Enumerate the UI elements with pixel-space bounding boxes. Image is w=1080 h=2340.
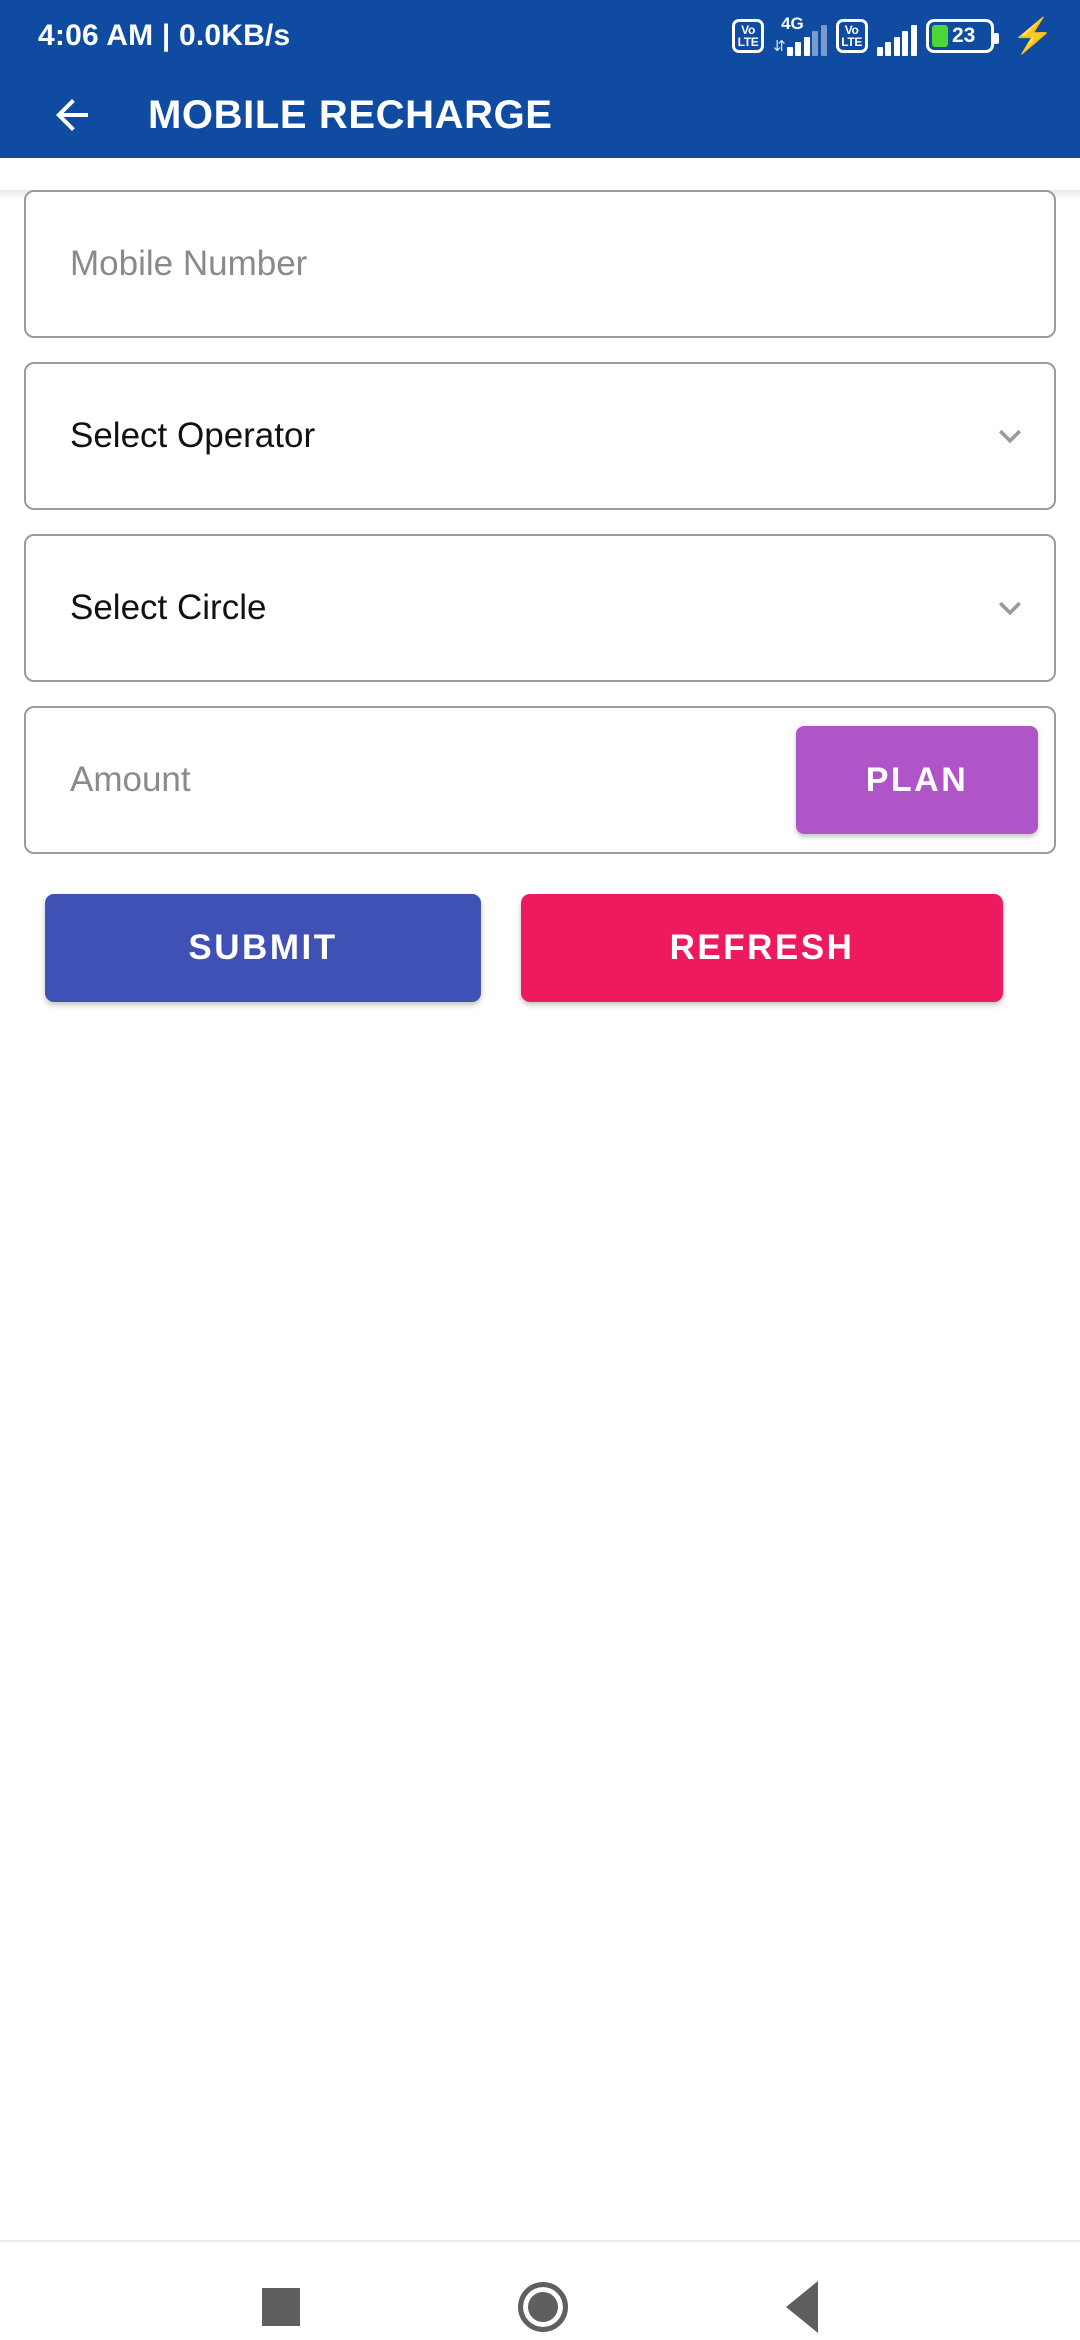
signal-bars-sim2 [876,22,917,56]
mobile-number-placeholder: Mobile Number [70,244,308,283]
status-time-and-network: 4:06 AM | 0.0KB/s [38,19,291,52]
network-type-label: 4G [781,14,804,33]
volte-sim1-icon: Vo LTE [732,19,765,53]
submit-button[interactable]: SUBMIT [45,894,481,1002]
home-button-icon[interactable] [518,2282,568,2332]
refresh-button[interactable]: REFRESH [521,894,1003,1002]
back-arrow-icon[interactable] [48,91,96,139]
volte-sim2-bottom: LTE [841,35,863,49]
volte-sim1-bottom: LTE [737,35,759,49]
plan-button[interactable]: PLAN [796,726,1038,834]
recents-button-icon[interactable] [262,2288,300,2326]
signal-sim2-icon [876,16,917,56]
signal-sim1-icon: 4G ⇵ [773,14,827,56]
status-bar: 4:06 AM | 0.0KB/s Vo LTE 4G ⇵ Vo LTE 23 … [0,0,1080,72]
data-transfer-arrows-icon: ⇵ [773,38,786,55]
charging-bolt-icon: ⚡ [1011,17,1054,55]
action-button-row: SUBMIT REFRESH [24,894,1056,1002]
chevron-down-icon[interactable] [988,586,1032,630]
amount-field[interactable]: Amount PLAN [24,706,1056,854]
battery-percent-label: 23 [951,24,976,47]
status-icons: Vo LTE 4G ⇵ Vo LTE 23 ⚡ [732,14,1054,56]
page-title: MOBILE RECHARGE [148,92,553,137]
select-operator-dropdown[interactable]: Select Operator [24,362,1056,510]
main-content: Mobile Number Select Operator Select Cir… [0,190,1080,2340]
volte-sim2-icon: Vo LTE [835,19,868,53]
mobile-number-field[interactable]: Mobile Number [24,190,1056,338]
select-circle-label: Select Circle [70,588,267,627]
chevron-down-icon[interactable] [988,414,1032,458]
back-button-icon[interactable] [786,2281,818,2333]
amount-placeholder: Amount [70,760,191,799]
app-bar: MOBILE RECHARGE [0,72,1080,158]
android-navigation-bar [0,2240,1080,2340]
select-circle-dropdown[interactable]: Select Circle [24,534,1056,682]
battery-icon: 23 [925,19,999,53]
select-operator-label: Select Operator [70,416,316,455]
